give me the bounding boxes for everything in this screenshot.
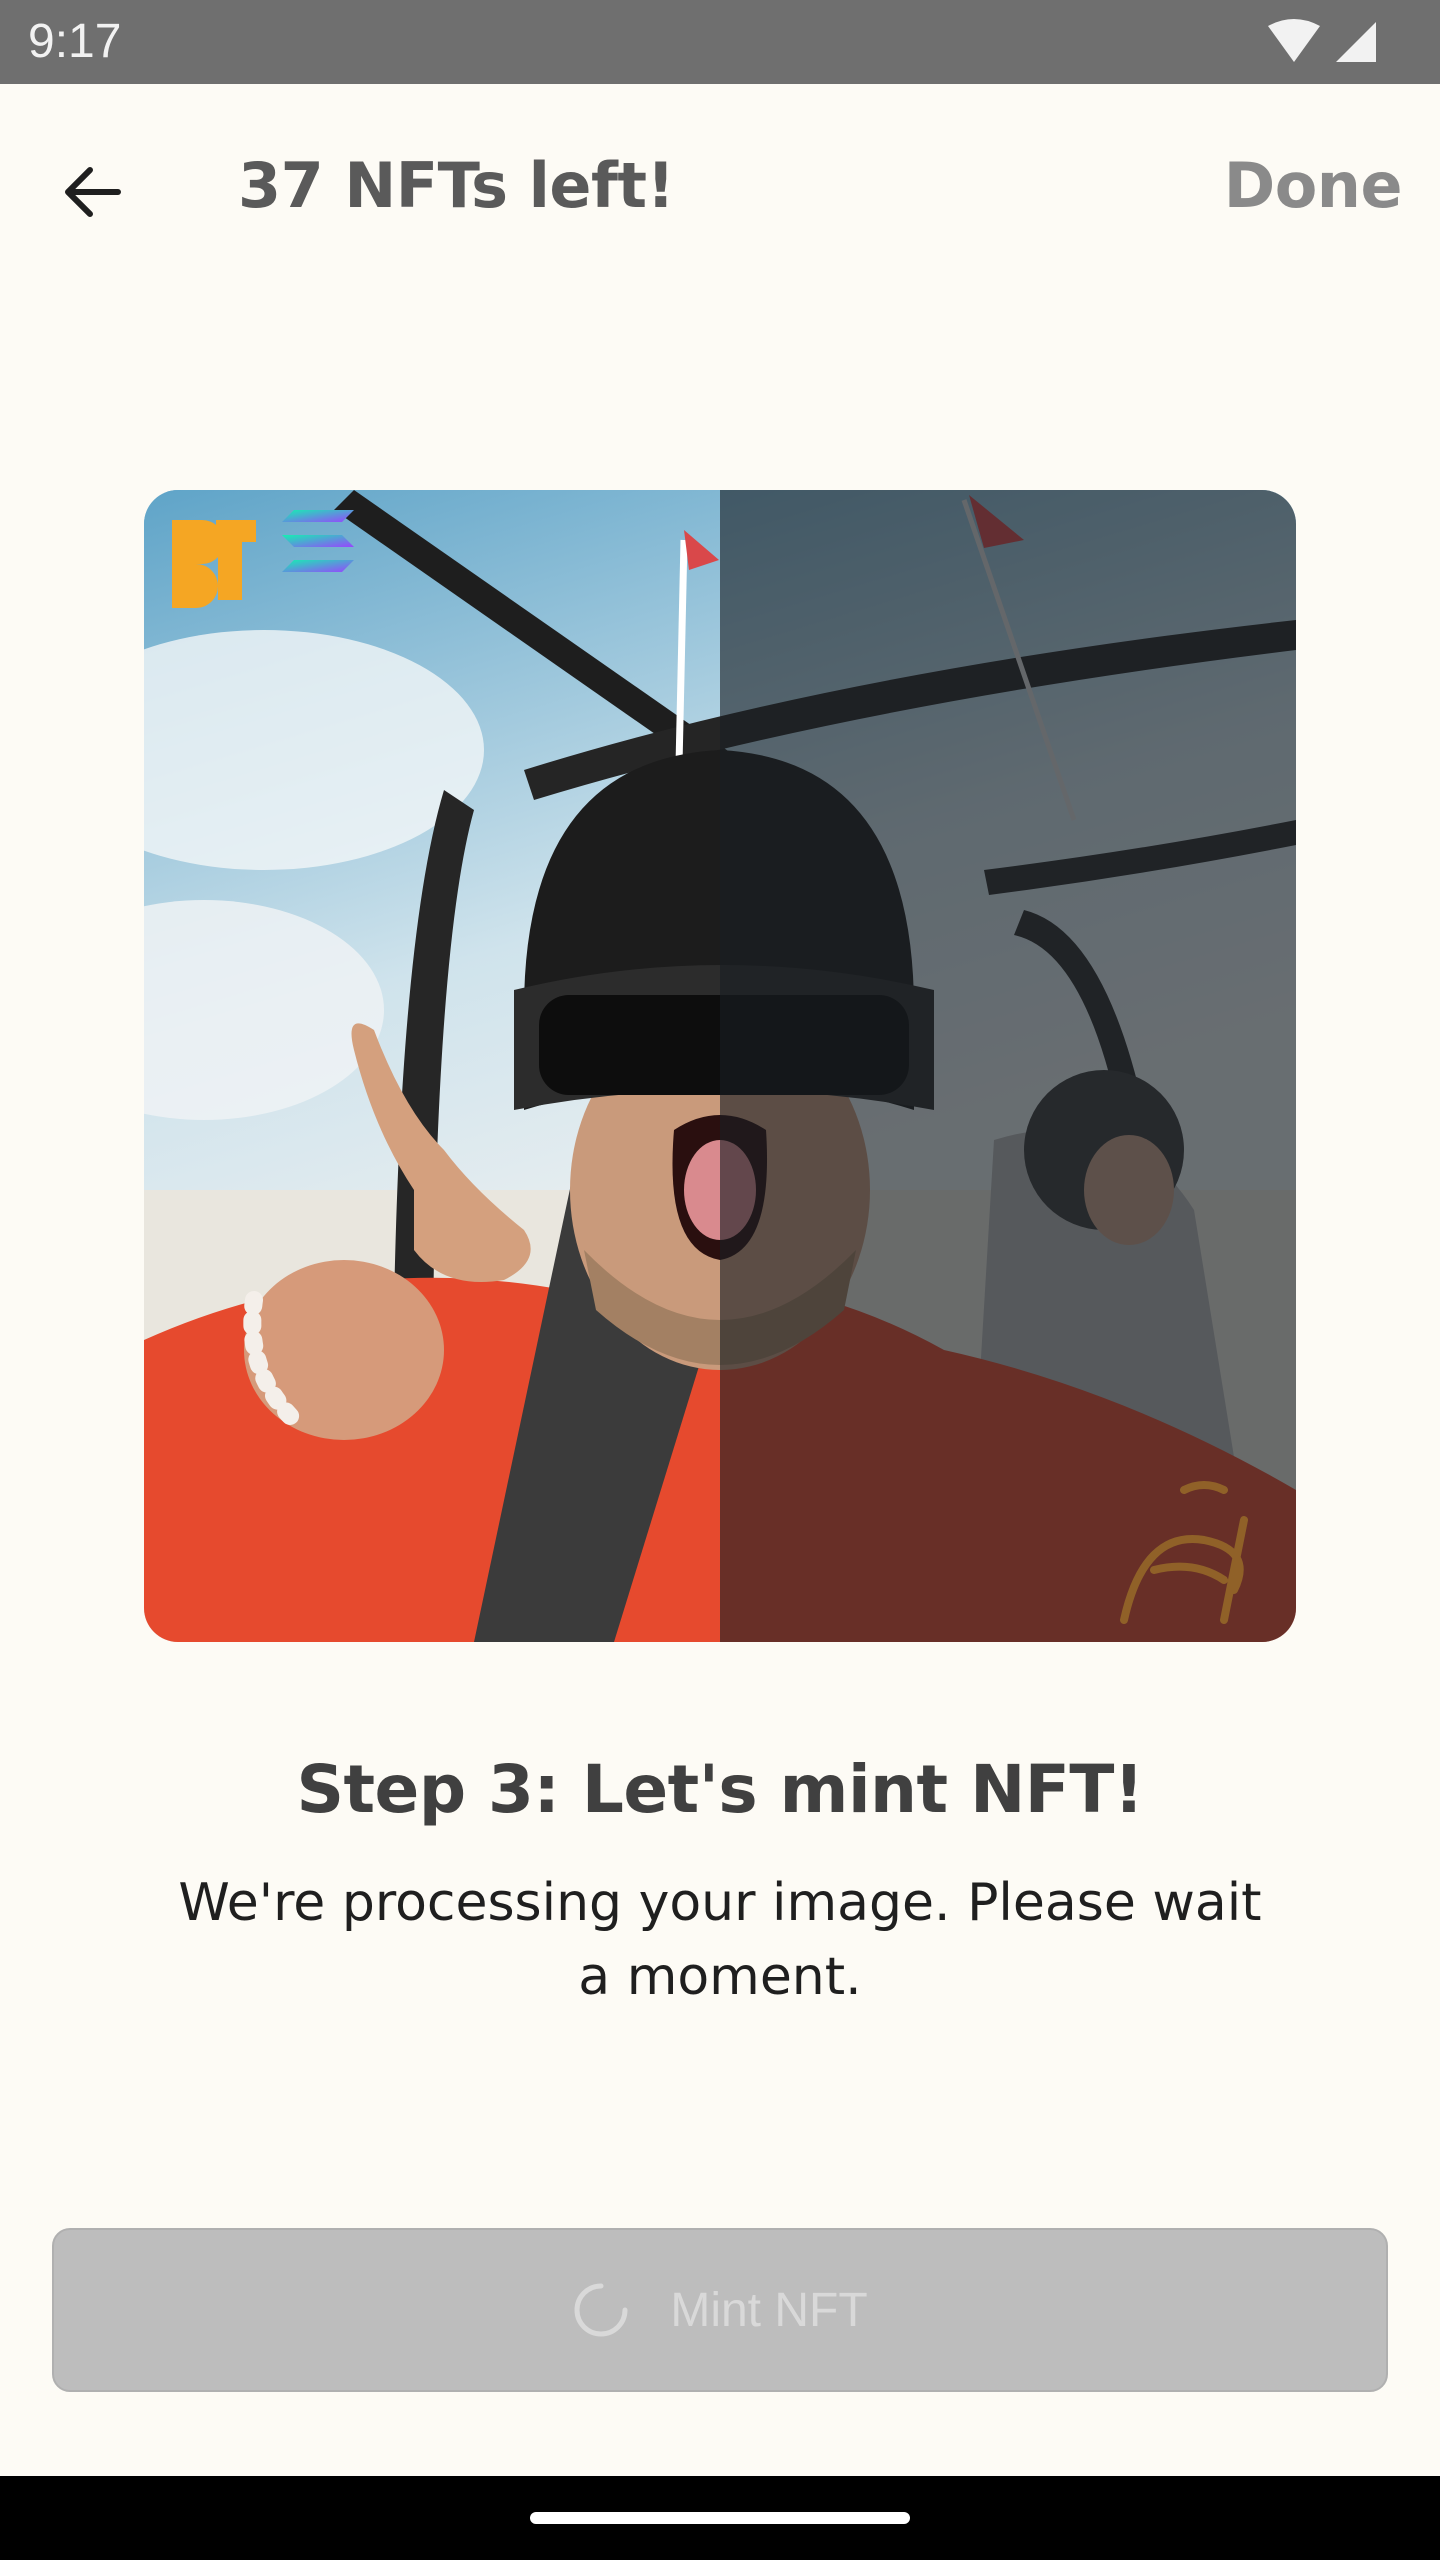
home-gesture-handle[interactable] <box>530 2512 910 2524</box>
wifi-icon <box>1268 19 1320 62</box>
status-time: 9:17 <box>28 15 122 68</box>
page-title: 37 NFTs left! <box>238 149 675 222</box>
done-button[interactable]: Done <box>1224 144 1403 228</box>
app-bar: 37 NFTs left! Done <box>0 84 1440 280</box>
cellular-signal-icon <box>1336 22 1376 62</box>
status-bar: 9:17 <box>0 0 1440 84</box>
mint-button-label: Mint NFT <box>670 2283 868 2337</box>
loading-spinner-icon <box>574 2283 628 2337</box>
solana-logo-icon <box>282 510 354 572</box>
back-button[interactable] <box>40 140 144 244</box>
mint-nft-button[interactable]: Mint NFT <box>52 2228 1388 2392</box>
step-description: We're processing your image. Please wait… <box>178 1873 1262 2007</box>
arrow-left-icon <box>65 167 121 217</box>
step-title: Step 3: Let's mint NFT! <box>296 1751 1144 1828</box>
navigation-bar <box>0 2476 1440 2560</box>
status-icons <box>1264 18 1384 66</box>
nft-preview-image <box>144 490 1296 1642</box>
